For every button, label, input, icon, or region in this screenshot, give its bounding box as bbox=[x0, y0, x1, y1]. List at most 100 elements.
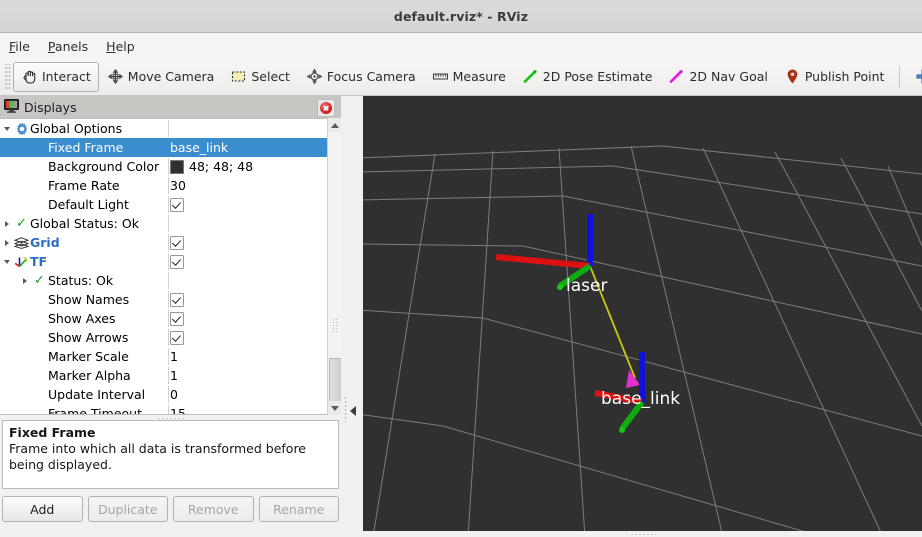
tree-row[interactable]: ✓Global Status: Ok bbox=[0, 214, 327, 233]
checkbox-checked-icon[interactable] bbox=[170, 236, 184, 250]
tree-row[interactable]: Show Axes bbox=[0, 309, 327, 328]
tool-label: 2D Pose Estimate bbox=[543, 69, 653, 84]
tree-row[interactable]: Frame Timeout15 bbox=[0, 404, 327, 414]
tree-row-value[interactable] bbox=[170, 328, 184, 347]
menu-help[interactable]: Help bbox=[97, 37, 144, 56]
rename-button[interactable]: Rename bbox=[259, 496, 340, 522]
tool-select[interactable]: Select bbox=[222, 62, 298, 92]
tree-row[interactable]: Update Interval 0 bbox=[0, 385, 327, 404]
tool-label: 2D Nav Goal bbox=[689, 69, 767, 84]
tree-row-value[interactable] bbox=[170, 309, 184, 328]
tree-row-value[interactable] bbox=[170, 233, 184, 252]
tool-measure[interactable]: Measure bbox=[424, 62, 514, 92]
tool-label: Interact bbox=[42, 69, 91, 84]
tree-row-value[interactable]: 0 bbox=[170, 385, 178, 404]
tree-value-text: 1 bbox=[170, 349, 178, 364]
chevron-down-icon[interactable] bbox=[0, 260, 13, 264]
tree-value-text: 48; 48; 48 bbox=[189, 159, 253, 174]
displays-tree-scrollbar[interactable] bbox=[327, 118, 341, 415]
chevron-down-icon[interactable] bbox=[0, 127, 13, 131]
menu-panels[interactable]: Panels bbox=[39, 37, 97, 56]
main-vertical-splitter[interactable] bbox=[341, 96, 363, 537]
color-swatch[interactable] bbox=[170, 160, 184, 174]
viewport-bottom-splitter[interactable] bbox=[363, 531, 922, 537]
duplicate-button[interactable]: Duplicate bbox=[88, 496, 169, 522]
tool-interact[interactable]: Interact bbox=[13, 62, 99, 92]
tree-column-separator bbox=[168, 291, 169, 308]
tree-value-text: 1 bbox=[170, 368, 178, 383]
tree-row-label: Grid bbox=[30, 235, 60, 250]
chevron-right-icon[interactable] bbox=[0, 221, 13, 227]
splitter-grip-dots bbox=[344, 396, 348, 422]
tree-value-text: 30 bbox=[170, 178, 186, 193]
select-box-icon bbox=[230, 68, 247, 85]
tree-row-value[interactable] bbox=[170, 290, 184, 309]
tree-row[interactable]: Marker Scale1 bbox=[0, 347, 327, 366]
tree-row[interactable]: Show Arrows bbox=[0, 328, 327, 347]
tree-value-text: 0 bbox=[170, 387, 178, 402]
checkbox-checked-icon[interactable] bbox=[170, 198, 184, 212]
tree-row-label: TF bbox=[30, 254, 47, 269]
toolbar-grip[interactable] bbox=[4, 64, 11, 90]
tree-row-label: Show Axes bbox=[48, 311, 115, 326]
tree-row-label: Show Names bbox=[48, 292, 129, 307]
scroll-down-button[interactable] bbox=[328, 401, 342, 415]
tree-row[interactable]: Frame Rate 30 bbox=[0, 176, 327, 195]
checkbox-checked-icon[interactable] bbox=[170, 293, 184, 307]
add-tool-button[interactable] bbox=[907, 62, 922, 92]
tree-column-separator bbox=[168, 367, 169, 384]
tool-2d-nav-goal[interactable]: 2D Nav Goal bbox=[660, 62, 775, 92]
green-arrow-icon bbox=[522, 68, 539, 85]
collapse-panel-arrow-icon[interactable] bbox=[350, 406, 356, 416]
displays-tree-container: Global OptionsFixed Framebase_linkBackgr… bbox=[0, 118, 341, 415]
tree-row-value[interactable]: 30 bbox=[170, 176, 186, 195]
tool-2d-pose-estimate[interactable]: 2D Pose Estimate bbox=[514, 62, 661, 92]
tree-row-label: Update Interval bbox=[48, 387, 145, 402]
tree-row-label: Frame Rate bbox=[48, 178, 120, 193]
tree-row[interactable]: Show Names bbox=[0, 290, 327, 309]
tree-row[interactable]: Background Color 48; 48; 48 bbox=[0, 157, 327, 176]
splitter-grip-dots bbox=[630, 533, 656, 536]
tree-column-separator bbox=[168, 234, 169, 251]
tree-column-separator bbox=[168, 158, 169, 175]
render-viewport[interactable]: laser base_link bbox=[363, 96, 922, 537]
checkbox-checked-icon[interactable] bbox=[170, 312, 184, 326]
ruler-icon bbox=[432, 68, 449, 85]
tree-row[interactable]: Grid bbox=[0, 233, 327, 252]
chevron-right-icon[interactable] bbox=[18, 278, 31, 284]
close-icon[interactable] bbox=[317, 99, 335, 117]
tree-row-value[interactable]: 15 bbox=[170, 404, 186, 414]
tree-row[interactable]: Fixed Framebase_link bbox=[0, 138, 327, 157]
tree-row[interactable]: Marker Alpha1 bbox=[0, 366, 327, 385]
tool-move-camera[interactable]: Move Camera bbox=[99, 62, 223, 92]
tree-row-value[interactable] bbox=[170, 195, 184, 214]
chevron-right-icon[interactable] bbox=[0, 240, 13, 246]
tool-focus-camera[interactable]: Focus Camera bbox=[298, 62, 424, 92]
displays-tree[interactable]: Global OptionsFixed Framebase_linkBackgr… bbox=[0, 119, 327, 414]
scroll-up-button[interactable] bbox=[328, 118, 342, 132]
tree-column-separator bbox=[168, 405, 169, 414]
checkbox-checked-icon[interactable] bbox=[170, 255, 184, 269]
add-button[interactable]: Add bbox=[2, 496, 83, 522]
tree-column-separator bbox=[168, 177, 169, 194]
tree-row-value[interactable]: 48; 48; 48 bbox=[170, 157, 253, 176]
tree-column-separator bbox=[168, 310, 169, 327]
checkbox-checked-icon[interactable] bbox=[170, 331, 184, 345]
tree-row-value[interactable] bbox=[170, 252, 184, 271]
window-titlebar: default.rviz* - RViz bbox=[0, 0, 922, 33]
menu-file[interactable]: File bbox=[0, 37, 39, 56]
focus-camera-icon bbox=[306, 68, 323, 85]
tool-publish-point[interactable]: Publish Point bbox=[776, 62, 893, 92]
tree-row-label: Background Color bbox=[48, 159, 159, 174]
tree-row-value[interactable]: 1 bbox=[170, 366, 178, 385]
tree-row-value[interactable]: base_link bbox=[170, 138, 228, 157]
scrollbar-grip-dots bbox=[332, 318, 338, 332]
tree-row-value[interactable]: 1 bbox=[170, 347, 178, 366]
displays-panel-titlebar: Displays bbox=[0, 96, 341, 118]
tree-row[interactable]: Global Options bbox=[0, 119, 327, 138]
remove-button[interactable]: Remove bbox=[173, 496, 254, 522]
toolbar-separator bbox=[899, 66, 900, 88]
tree-row[interactable]: ✓Status: Ok bbox=[0, 271, 327, 290]
tree-row[interactable]: TF bbox=[0, 252, 327, 271]
tree-row[interactable]: Default Light bbox=[0, 195, 327, 214]
